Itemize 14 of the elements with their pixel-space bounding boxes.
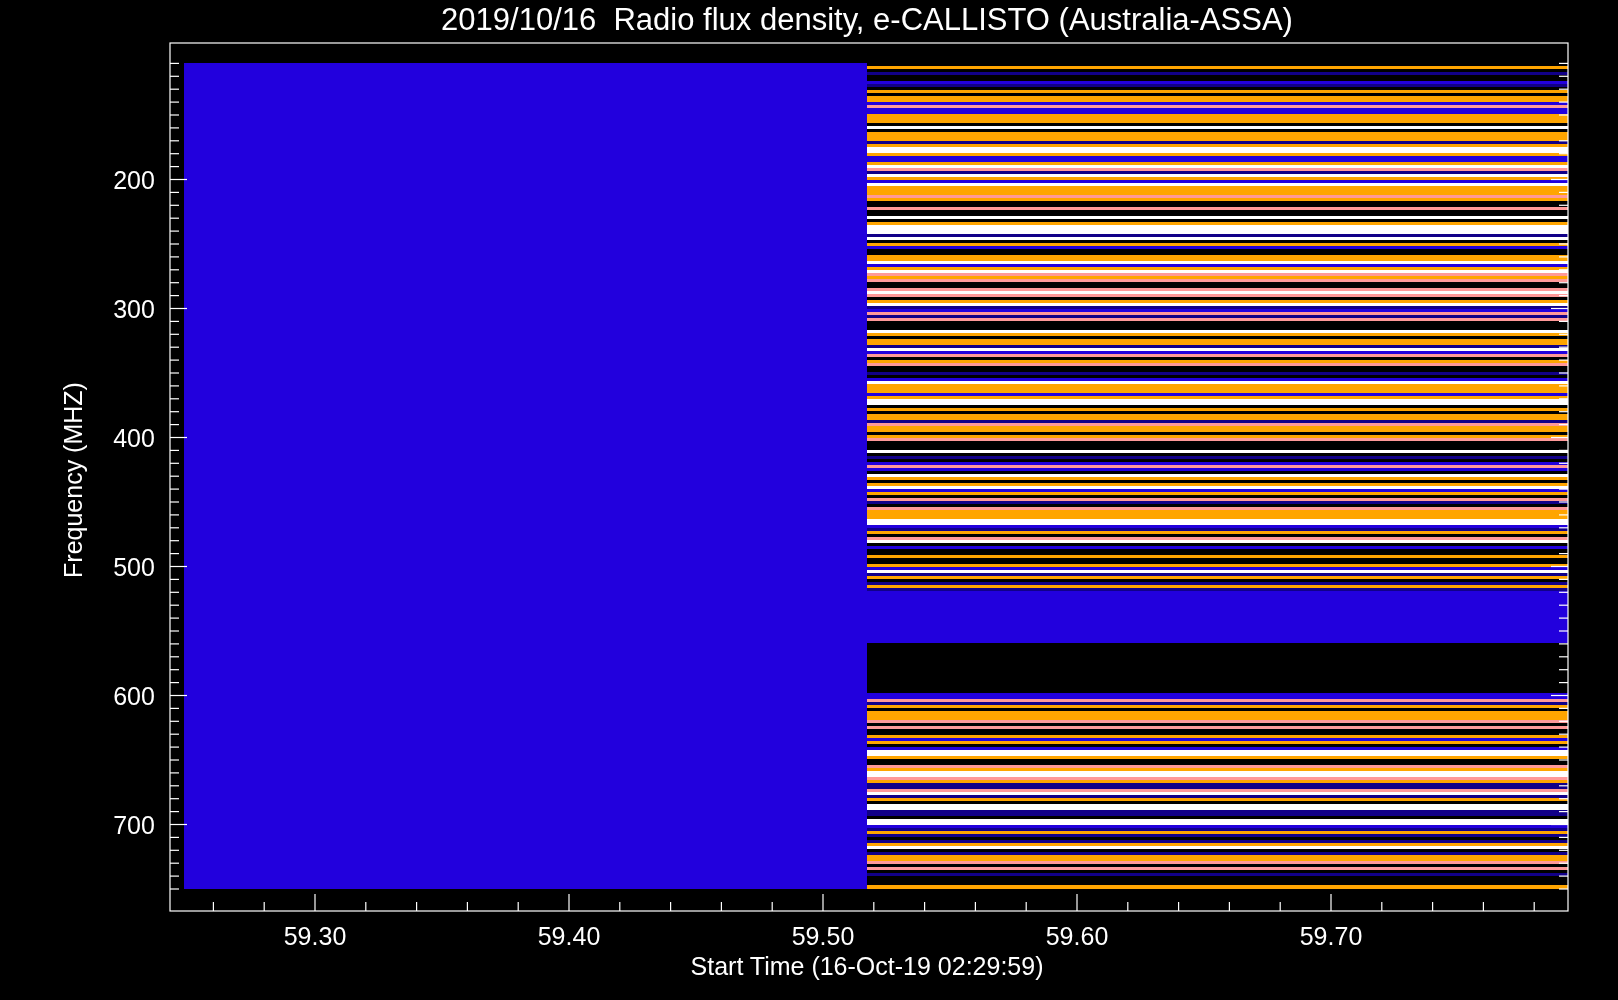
x-tick-label: 59.30 bbox=[283, 922, 347, 950]
y-tick-label: 600 bbox=[113, 681, 155, 710]
x-tick-label: 59.50 bbox=[791, 922, 855, 950]
y-tick-label: 500 bbox=[113, 552, 155, 581]
y-tick-label: 200 bbox=[113, 165, 155, 194]
y-tick-label: 700 bbox=[113, 810, 155, 839]
x-tick-label: 59.70 bbox=[1299, 922, 1363, 950]
x-axis-label: Start Time (16-Oct-19 02:29:59) bbox=[690, 952, 1044, 980]
x-tick-label: 59.40 bbox=[537, 922, 601, 950]
y-tick-label: 300 bbox=[113, 294, 155, 323]
x-tick-label: 59.60 bbox=[1045, 922, 1109, 950]
y-axis-label: Frequency (MHZ) bbox=[59, 382, 87, 578]
chart-title: 2019/10/16 Radio flux density, e-CALLISTO (Australia-ASSA) bbox=[441, 2, 1293, 37]
y-tick-label: 400 bbox=[113, 423, 155, 452]
